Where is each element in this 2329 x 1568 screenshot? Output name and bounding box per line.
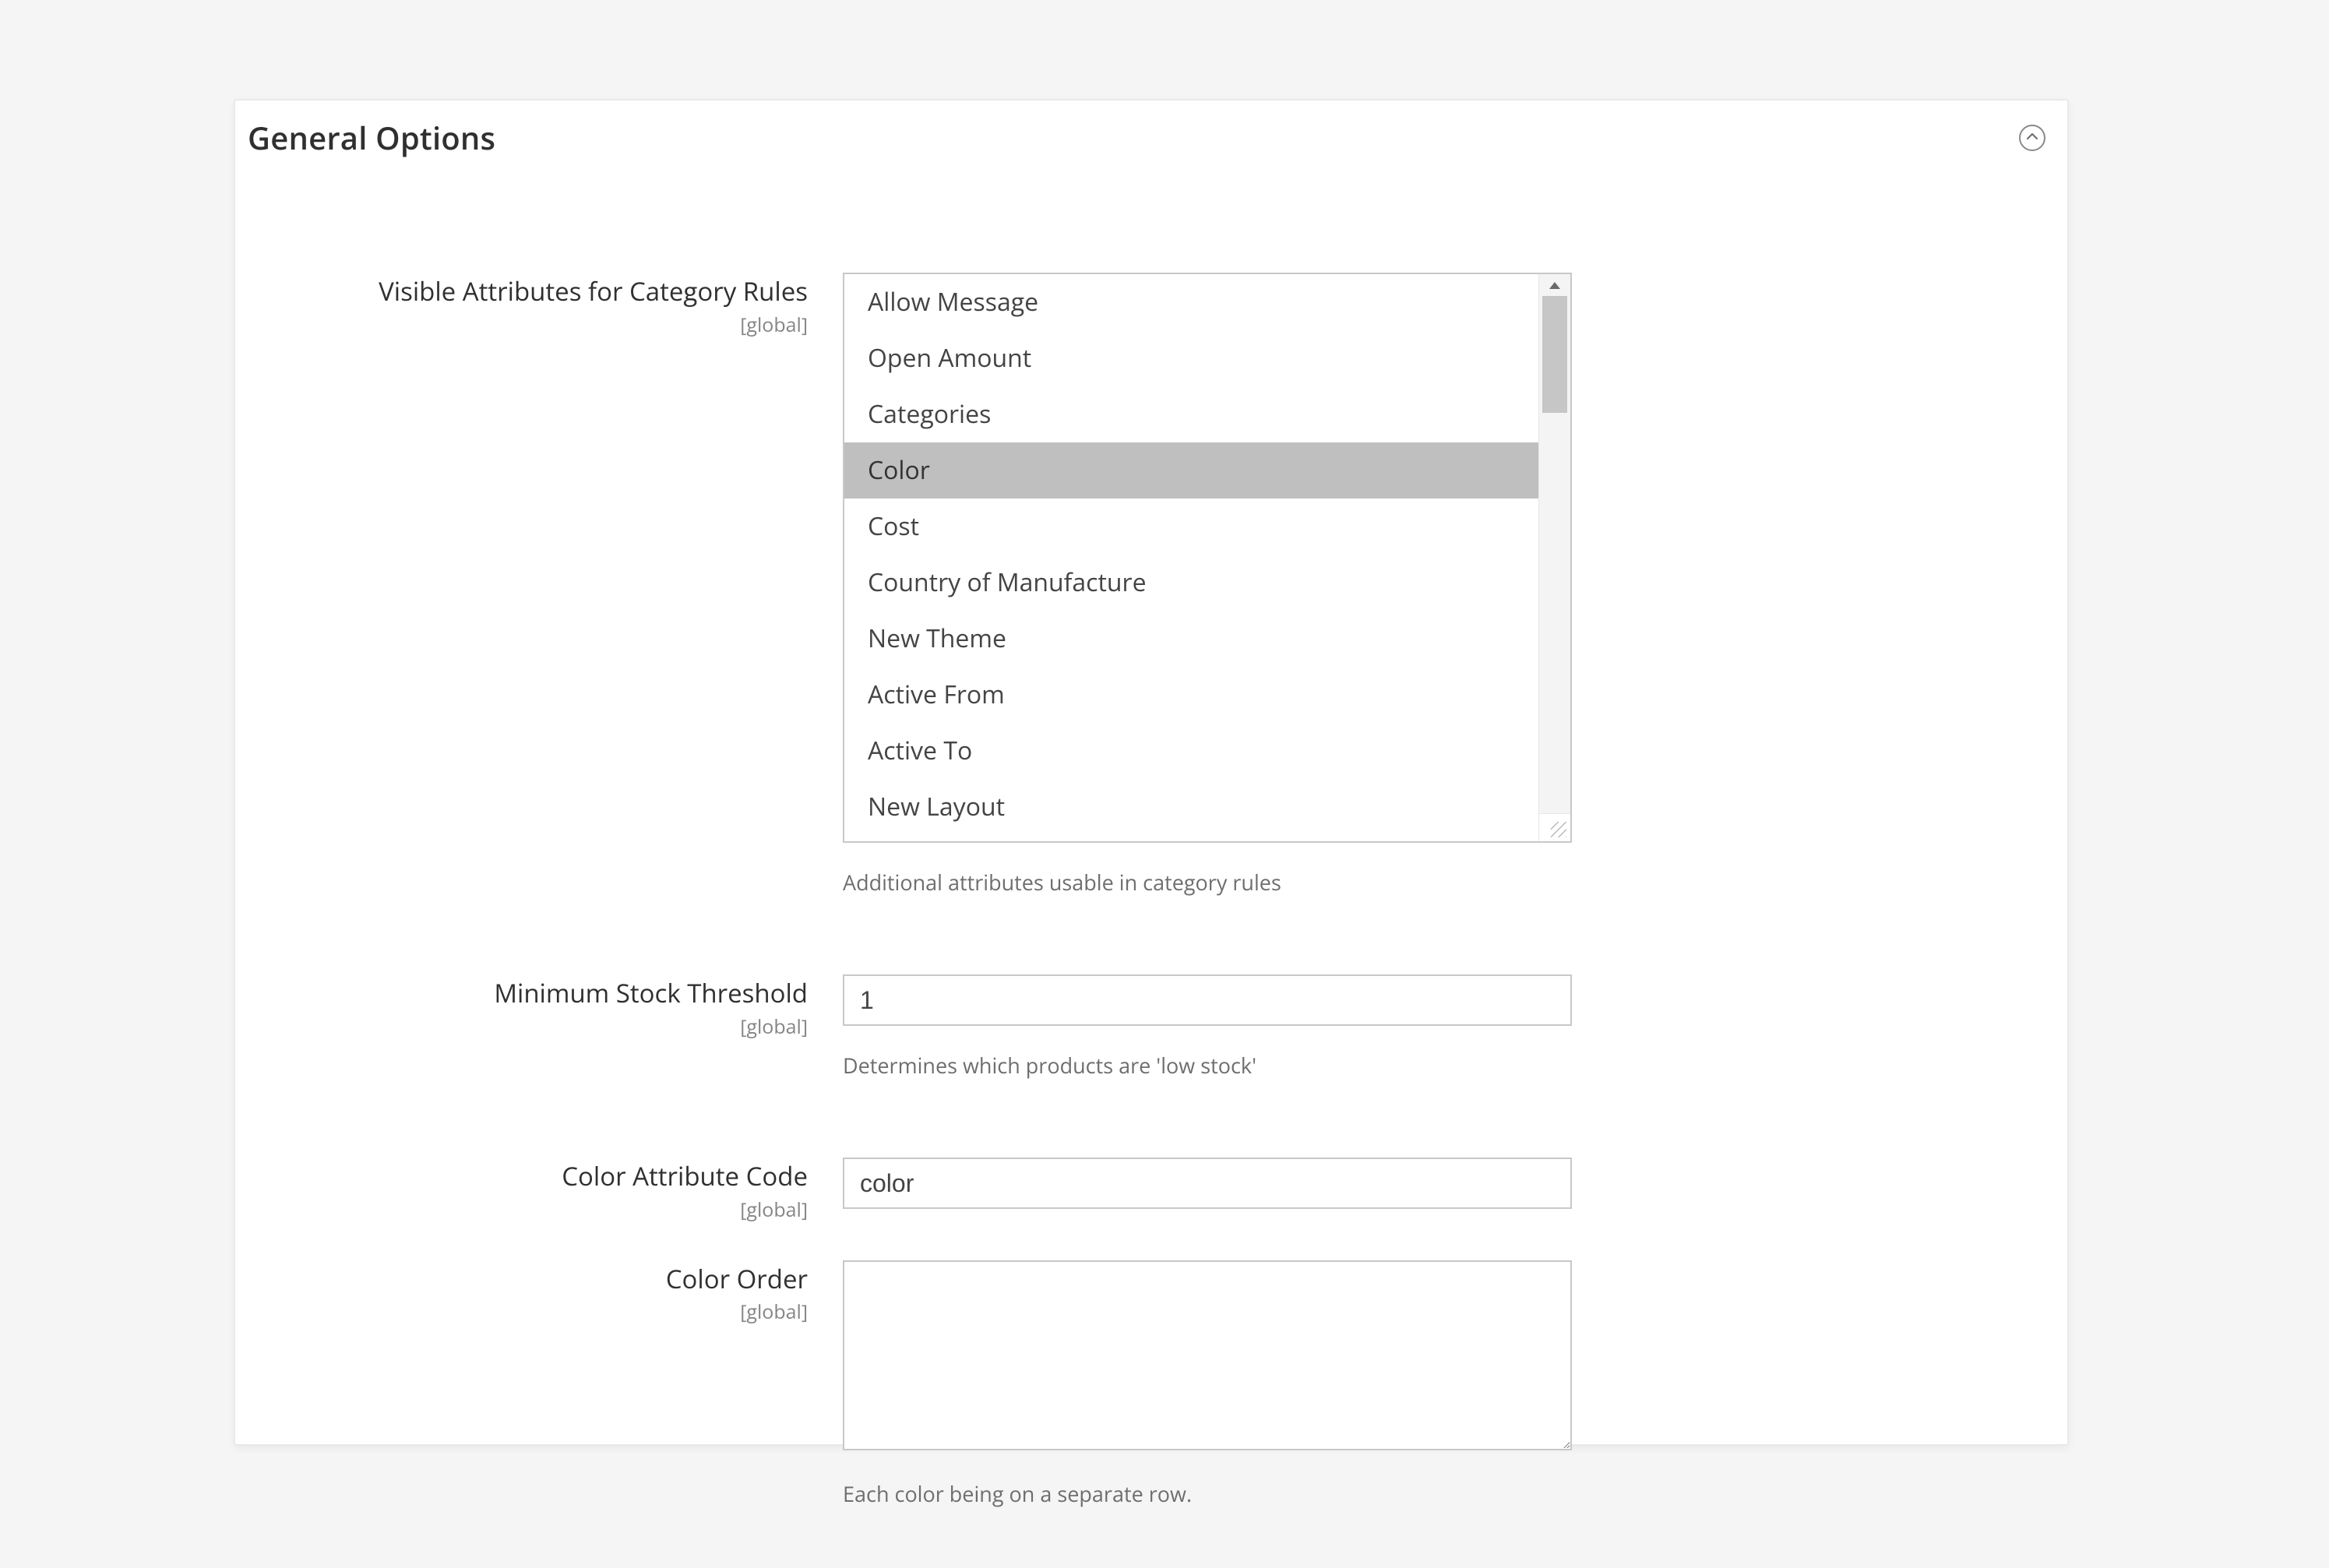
field-scope: [global] xyxy=(235,1298,808,1325)
chevron-up-icon xyxy=(2026,129,2038,146)
field-color-code: Color Attribute Code [global] xyxy=(235,1158,2067,1223)
field-note: Additional attributes usable in category… xyxy=(843,868,1572,897)
multiselect-option[interactable]: Cost xyxy=(844,499,1538,555)
multiselect-option[interactable]: Color xyxy=(844,442,1538,499)
field-scope: [global] xyxy=(235,1196,808,1223)
field-note: Each color being on a separate row. xyxy=(843,1479,1572,1508)
multiselect-option[interactable]: Active To xyxy=(844,723,1538,779)
multiselect-options: Allow MessageOpen AmountCategoriesColorC… xyxy=(844,274,1538,841)
multiselect-option[interactable]: Allow Message xyxy=(844,274,1538,330)
scroll-thumb[interactable] xyxy=(1542,296,1567,413)
multiselect-option[interactable]: Open Amount xyxy=(844,330,1538,386)
multiselect-option[interactable]: Categories xyxy=(844,386,1538,442)
collapse-toggle[interactable] xyxy=(2019,125,2045,151)
label-col: Color Attribute Code [global] xyxy=(235,1158,843,1223)
field-label: Color Order xyxy=(666,1261,808,1296)
label-col: Visible Attributes for Category Rules [g… xyxy=(235,273,843,338)
visible-attributes-multiselect[interactable]: Allow MessageOpen AmountCategoriesColorC… xyxy=(843,273,1572,843)
field-note: Determines which products are 'low stock… xyxy=(843,1051,1572,1080)
field-label: Visible Attributes for Category Rules xyxy=(379,273,808,308)
field-min-stock: Minimum Stock Threshold [global] Determi… xyxy=(235,974,2067,1080)
field-visible-attributes: Visible Attributes for Category Rules [g… xyxy=(235,273,2067,897)
color-code-input[interactable] xyxy=(843,1158,1572,1209)
control-col: Determines which products are 'low stock… xyxy=(843,974,1572,1080)
field-scope: [global] xyxy=(235,312,808,338)
multiselect-option[interactable]: New Theme xyxy=(844,611,1538,667)
fields-container: Visible Attributes for Category Rules [g… xyxy=(235,179,2067,1508)
multiselect-option[interactable]: Country of Manufacture xyxy=(844,555,1538,611)
field-label: Minimum Stock Threshold xyxy=(494,975,808,1010)
control-col: Allow MessageOpen AmountCategoriesColorC… xyxy=(843,273,1572,897)
field-label: Color Attribute Code xyxy=(562,1158,808,1193)
label-col: Color Order [global] xyxy=(235,1260,843,1326)
color-order-textarea[interactable] xyxy=(843,1260,1572,1450)
field-scope: [global] xyxy=(235,1013,808,1040)
resize-grip[interactable] xyxy=(1538,813,1570,841)
multiselect-option[interactable]: New Layout xyxy=(844,779,1538,835)
min-stock-input[interactable] xyxy=(843,974,1572,1026)
label-col: Minimum Stock Threshold [global] xyxy=(235,974,843,1040)
triangle-up-icon xyxy=(1549,282,1560,289)
panel-title: General Options xyxy=(248,116,495,159)
panel-header: General Options xyxy=(235,100,2067,179)
control-col: Each color being on a separate row. xyxy=(843,1260,1572,1508)
field-color-order: Color Order [global] Each color being on… xyxy=(235,1260,2067,1508)
general-options-panel: General Options Visible Attributes for C… xyxy=(234,99,2069,1446)
multiselect-option[interactable]: Active From xyxy=(844,667,1538,723)
scroll-up-button[interactable] xyxy=(1539,274,1570,296)
control-col xyxy=(843,1158,1572,1209)
multiselect-scrollbar[interactable] xyxy=(1538,274,1570,841)
scroll-track[interactable] xyxy=(1539,296,1570,819)
